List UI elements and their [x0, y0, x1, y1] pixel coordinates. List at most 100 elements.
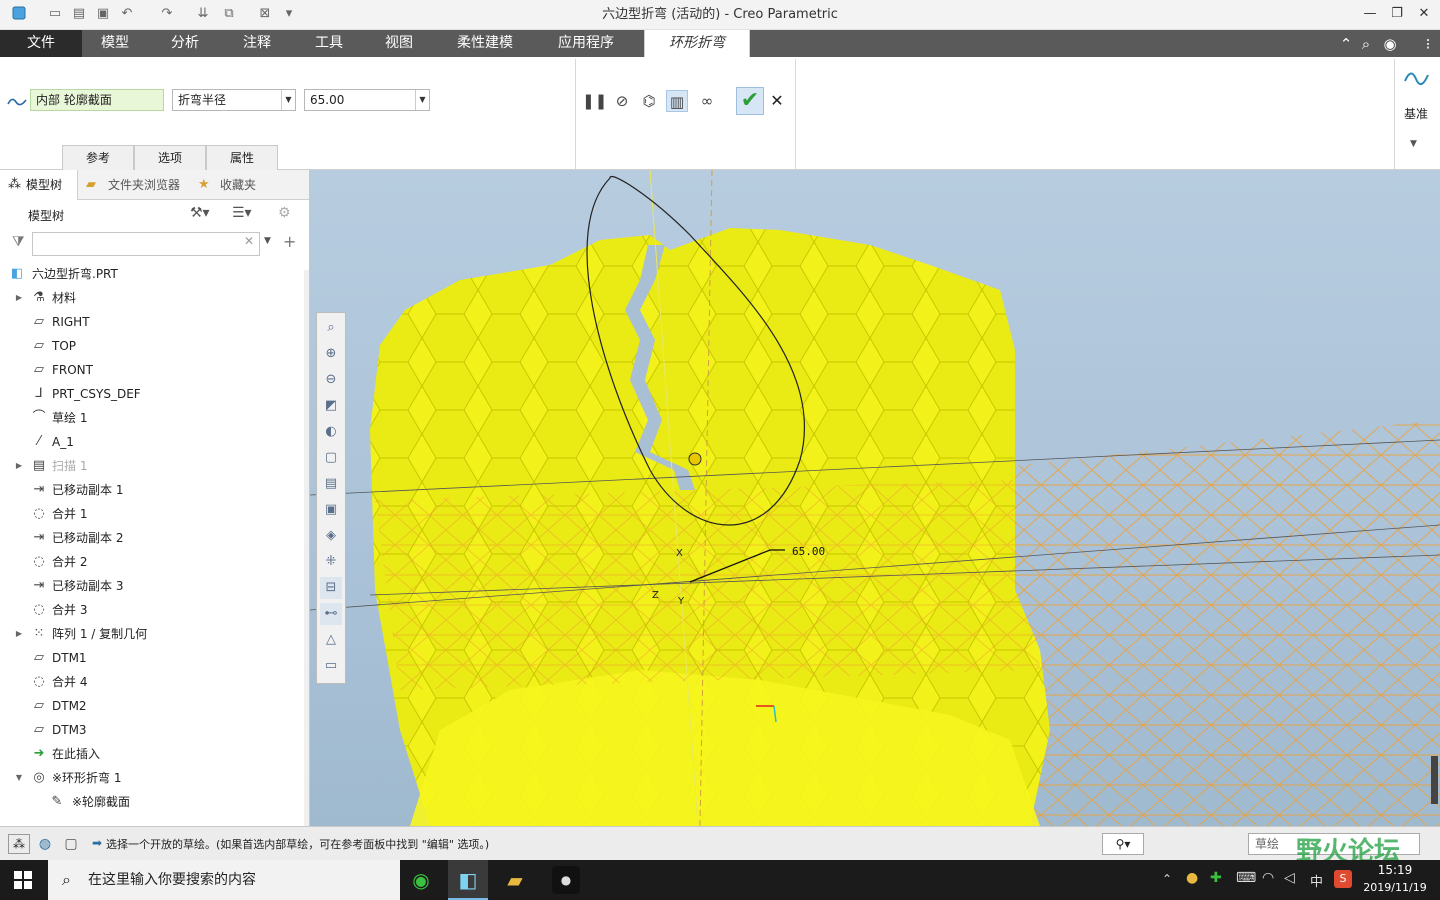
tree-item[interactable]: ▱ DTM1: [0, 646, 305, 670]
browser-icon[interactable]: ◍: [34, 834, 56, 854]
view-manager-icon[interactable]: ▤: [320, 473, 342, 495]
cancel-icon[interactable]: ✕: [766, 90, 788, 112]
tree-item[interactable]: ⌒ 草绘 1: [0, 406, 305, 430]
qq-icon[interactable]: ●: [1186, 870, 1198, 886]
wifi-icon[interactable]: ◠: [1262, 870, 1274, 886]
recorder-app-icon[interactable]: ●: [552, 866, 580, 894]
section-icon[interactable]: ◈: [320, 525, 342, 547]
dimension-label[interactable]: 65.00: [792, 545, 825, 558]
clear-icon[interactable]: ✕: [244, 234, 254, 248]
volume-icon[interactable]: ◁: [1284, 870, 1295, 886]
radius-input[interactable]: 65.00 ▼: [304, 89, 430, 111]
tree-item[interactable]: ◌ 合并 2: [0, 550, 305, 574]
collapse-ribbon-icon[interactable]: ⌃: [1336, 34, 1356, 54]
drag-handle-icon[interactable]: [688, 452, 702, 466]
tree-scrollbar[interactable]: [304, 270, 309, 826]
browser-app-icon[interactable]: ◉: [408, 866, 434, 894]
tree-item[interactable]: ⅃ PRT_CSYS_DEF: [0, 382, 305, 406]
tree-item[interactable]: ⇥ 已移动副本 3: [0, 574, 305, 598]
fullscreen-icon[interactable]: ▢: [60, 834, 82, 854]
tab-view[interactable]: 视图: [366, 30, 432, 57]
chevron-right-icon[interactable]: ▶: [14, 454, 24, 478]
tab-toroidal-bend[interactable]: 环形折弯: [644, 30, 750, 57]
tree-item[interactable]: ▶ ⚗ 材料: [0, 286, 305, 310]
tree-item[interactable]: ➜ 在此插入: [0, 742, 305, 766]
csys-display-icon[interactable]: ▭: [320, 655, 342, 677]
tree-item[interactable]: ⇥ 已移动副本 2: [0, 526, 305, 550]
chevron-right-icon[interactable]: ▶: [14, 286, 24, 310]
tree-item[interactable]: ▱ DTM2: [0, 694, 305, 718]
accept-icon[interactable]: ✔: [736, 87, 764, 115]
graphics-viewport[interactable]: 65.00 X Z Y: [310, 170, 1440, 826]
tab-applications[interactable]: 应用程序: [542, 30, 630, 57]
tree-item[interactable]: ▶ ▤ 扫描 1: [0, 454, 305, 478]
spin-center-icon[interactable]: ⊷: [320, 603, 342, 625]
show-icon[interactable]: ☰▾: [232, 205, 252, 221]
clock-date[interactable]: 2019/11/19: [1360, 881, 1430, 894]
pause-icon[interactable]: ❚❚: [582, 90, 607, 112]
verify-icon[interactable]: ▥: [666, 90, 688, 112]
subtab-properties[interactable]: 属性: [206, 145, 278, 170]
help-icon[interactable]: ◉: [1380, 34, 1400, 54]
glasses-icon[interactable]: ∞: [696, 90, 718, 112]
chevron-right-icon[interactable]: ▶: [14, 622, 24, 646]
section-collector[interactable]: 内部 轮廓截面: [30, 89, 164, 111]
subtab-options[interactable]: 选项: [134, 145, 206, 170]
explorer-app-icon[interactable]: ▰: [500, 866, 530, 894]
tree-item[interactable]: ▱ TOP: [0, 334, 305, 358]
search-icon[interactable]: ⌕: [1356, 34, 1376, 54]
settings-icon[interactable]: ⚙: [278, 205, 291, 221]
bend-type-select[interactable]: 折弯半径 ▼: [172, 89, 296, 111]
add-icon[interactable]: +: [283, 232, 296, 251]
chevron-down-icon[interactable]: ▼: [14, 766, 24, 790]
tree-item[interactable]: ⁄ A_1: [0, 430, 305, 454]
tree-item[interactable]: ▱ RIGHT: [0, 310, 305, 334]
no-preview-icon[interactable]: ⊘: [611, 90, 633, 112]
tools-icon[interactable]: ⚒▾: [190, 205, 210, 221]
perspective-icon[interactable]: ▣: [320, 499, 342, 521]
zoom-out-icon[interactable]: ⊖: [320, 369, 342, 391]
tree-item[interactable]: ▶ ⁙ 阵列 1 / 复制几何: [0, 622, 305, 646]
refit-icon[interactable]: ⌕: [320, 317, 342, 339]
tab-model[interactable]: 模型: [82, 30, 148, 57]
annotation-display-icon[interactable]: ⊟: [320, 577, 342, 599]
taskbar-search[interactable]: ⌕ 在这里输入你要搜索的内容: [48, 860, 400, 900]
chevron-down-icon[interactable]: ▼: [264, 236, 271, 246]
navigator-icon[interactable]: ⁂: [8, 834, 30, 854]
tree-item[interactable]: ◌ 合并 4: [0, 670, 305, 694]
viewport-scrollbar[interactable]: [1431, 756, 1438, 804]
saved-views-icon[interactable]: ▢: [320, 447, 342, 469]
tree-item[interactable]: ▼ ◎ ※环形折弯 1: [0, 766, 305, 790]
tab-analysis[interactable]: 分析: [152, 30, 218, 57]
tab-model-tree[interactable]: ⁂ 模型树: [0, 170, 78, 200]
tree-item[interactable]: ◌ 合并 3: [0, 598, 305, 622]
tab-annotate[interactable]: 注释: [224, 30, 290, 57]
filter-icon[interactable]: ⧩: [12, 234, 25, 250]
tree-root[interactable]: ◧ 六边型折弯.PRT: [0, 262, 305, 286]
more-icon[interactable]: ⁝: [1418, 34, 1438, 54]
tab-folder-browser[interactable]: ▰ 文件夹浏览器: [82, 170, 190, 200]
network-icon[interactable]: ⌨: [1236, 870, 1256, 886]
tab-favorites[interactable]: ★ 收藏夹: [194, 170, 260, 200]
tab-tools[interactable]: 工具: [296, 30, 362, 57]
chevron-down-icon[interactable]: ▼: [1410, 139, 1417, 149]
subtab-references[interactable]: 参考: [62, 145, 134, 170]
tray-expand-icon[interactable]: ⌃: [1162, 872, 1172, 886]
datum-display-icon[interactable]: ⁜: [320, 551, 342, 573]
restore-button[interactable]: ❐: [1384, 4, 1410, 24]
repaint-icon[interactable]: ◩: [320, 395, 342, 417]
preview-icon[interactable]: ⌬: [638, 90, 660, 112]
windows-start-icon[interactable]: [14, 871, 32, 889]
close-button[interactable]: ✕: [1411, 4, 1437, 24]
tab-flexible-modeling[interactable]: 柔性建模: [440, 30, 530, 57]
datum-sketch-icon[interactable]: [1402, 65, 1430, 93]
clock-time[interactable]: 15:19: [1360, 863, 1430, 877]
display-style-icon[interactable]: ◐: [320, 421, 342, 443]
tab-file[interactable]: 文件: [0, 30, 82, 57]
sogou-icon[interactable]: S: [1334, 870, 1352, 888]
tree-item[interactable]: ▱ FRONT: [0, 358, 305, 382]
minimize-button[interactable]: —: [1357, 4, 1383, 24]
tree-item[interactable]: ✎ ※轮廓截面: [0, 790, 305, 814]
ime-indicator[interactable]: 中: [1310, 871, 1323, 890]
model-canvas[interactable]: 65.00 X Z Y: [310, 170, 1440, 826]
